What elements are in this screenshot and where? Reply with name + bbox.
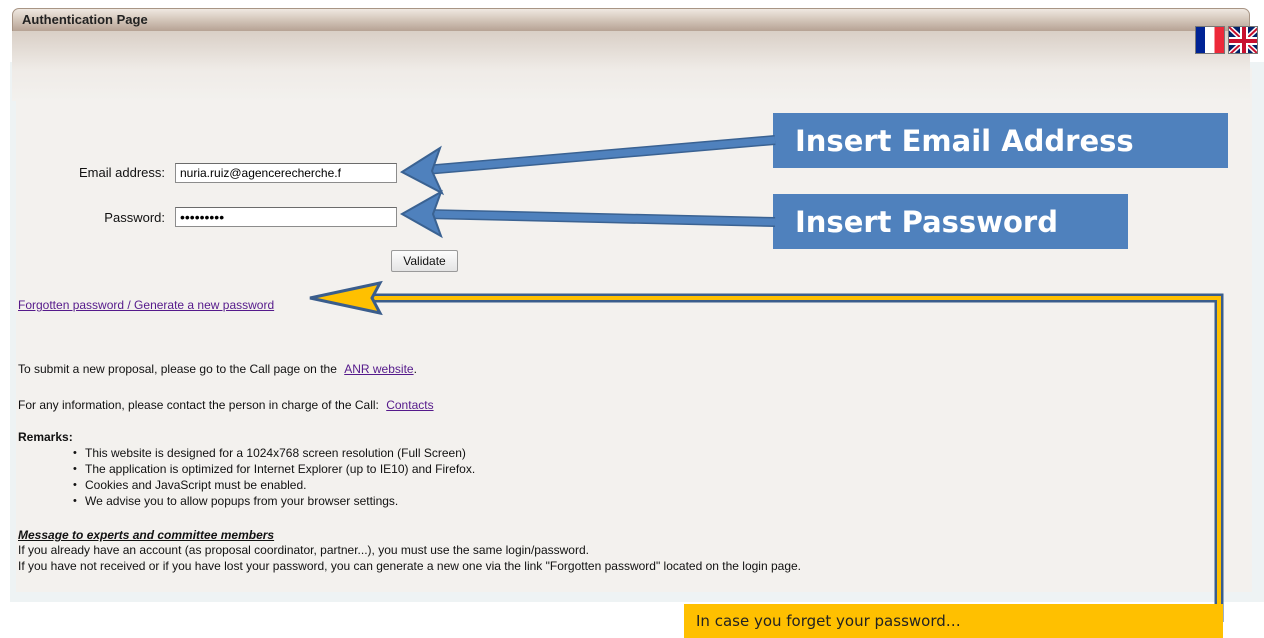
list-item: Cookies and JavaScript must be enabled. xyxy=(73,477,475,493)
contact-text: For any information, please contact the … xyxy=(18,398,379,412)
anr-website-link[interactable]: ANR website xyxy=(344,362,413,376)
email-input[interactable] xyxy=(175,163,397,183)
password-callout: Insert Password xyxy=(773,194,1128,249)
forgot-callout: In case you forget your password… xyxy=(684,604,1223,638)
email-label: Email address: xyxy=(79,165,165,180)
proposal-end: . xyxy=(413,362,417,376)
password-input[interactable] xyxy=(175,207,397,227)
contacts-link[interactable]: Contacts xyxy=(386,398,433,412)
remarks-title: Remarks: xyxy=(18,430,73,444)
panel-header: Authentication Page xyxy=(12,8,1250,32)
message-line-1: If you already have an account (as propo… xyxy=(18,543,589,557)
flag-fr-icon[interactable] xyxy=(1195,26,1225,54)
password-label: Password: xyxy=(104,210,165,225)
validate-button[interactable]: Validate xyxy=(391,250,458,272)
contact-info: For any information, please contact the … xyxy=(18,398,434,412)
list-item: This website is designed for a 1024x768 … xyxy=(73,445,475,461)
proposal-text: To submit a new proposal, please go to t… xyxy=(18,362,337,376)
email-callout: Insert Email Address xyxy=(773,113,1228,168)
flag-uk-icon[interactable] xyxy=(1228,26,1258,54)
message-line-2: If you have not received or if you have … xyxy=(18,559,801,573)
page-title: Authentication Page xyxy=(22,12,148,27)
header-gradient xyxy=(12,31,1250,101)
remarks-list: This website is designed for a 1024x768 … xyxy=(73,445,475,509)
proposal-info: To submit a new proposal, please go to t… xyxy=(18,362,417,376)
forgotten-password-link[interactable]: Forgotten password / Generate a new pass… xyxy=(18,298,274,312)
list-item: The application is optimized for Interne… xyxy=(73,461,475,477)
message-title: Message to experts and committee members xyxy=(18,528,275,542)
list-item: We advise you to allow popups from your … xyxy=(73,493,475,509)
